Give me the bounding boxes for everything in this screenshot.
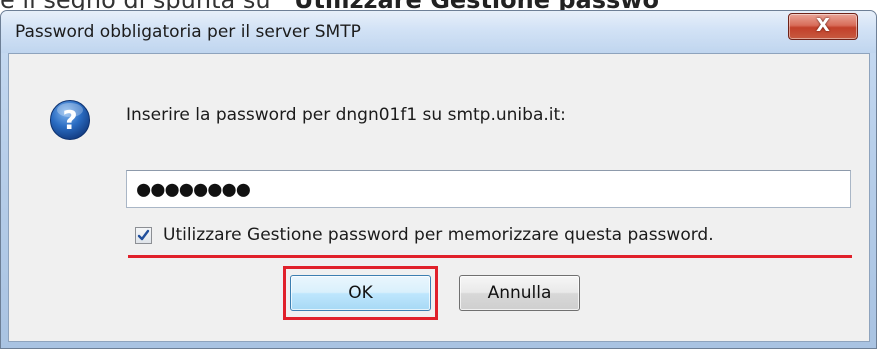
checkmark-icon xyxy=(137,229,150,240)
password-prompt: Inserire la password per dngn01f1 su smt… xyxy=(126,105,566,125)
close-button[interactable]: X xyxy=(788,13,858,40)
remember-password-option[interactable]: Utilizzare Gestione password per memoriz… xyxy=(135,222,714,248)
annotation-underline xyxy=(128,255,852,258)
password-dialog: Password obbligatoria per il server SMTP… xyxy=(0,10,877,349)
remember-password-checkbox[interactable] xyxy=(135,226,152,244)
dialog-body: ? Inserire la password per dngn01f1 su s… xyxy=(8,53,870,342)
close-icon: X xyxy=(816,15,830,36)
cancel-button[interactable]: Annulla xyxy=(459,275,580,311)
ok-button[interactable]: OK xyxy=(290,275,431,311)
dialog-titlebar[interactable]: Password obbligatoria per il server SMTP… xyxy=(1,11,876,53)
question-icon: ? xyxy=(50,100,90,140)
remember-password-label[interactable]: Utilizzare Gestione password per memoriz… xyxy=(163,225,714,245)
dialog-title: Password obbligatoria per il server SMTP xyxy=(15,22,361,42)
svg-text:?: ? xyxy=(62,106,77,136)
password-field[interactable] xyxy=(126,170,851,208)
